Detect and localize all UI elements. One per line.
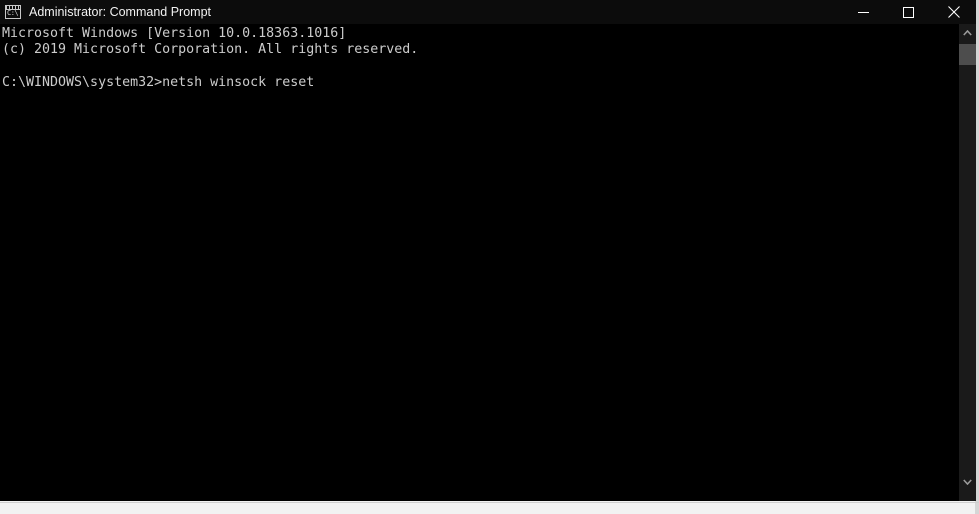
scrollbar-thumb[interactable]	[959, 44, 976, 65]
console-output-area[interactable]: Microsoft Windows [Version 10.0.18363.10…	[0, 24, 976, 501]
console-text: Microsoft Windows [Version 10.0.18363.10…	[2, 26, 419, 90]
console-scrollbar[interactable]	[959, 24, 976, 501]
command-prompt-window: C:\ Administrator: Command Prompt Micros…	[0, 0, 976, 501]
scroll-down-arrow-icon[interactable]	[959, 473, 976, 490]
title-bar[interactable]: C:\ Administrator: Command Prompt	[0, 0, 976, 24]
minimize-button[interactable]	[841, 0, 886, 24]
window-title: Administrator: Command Prompt	[29, 5, 212, 19]
background-bottom-text	[0, 503, 979, 514]
scroll-up-arrow-icon[interactable]	[959, 24, 976, 41]
console-icon-prompt-glyph: C:\	[7, 9, 19, 17]
maximize-button[interactable]	[886, 0, 931, 24]
console-icon: C:\	[5, 5, 21, 19]
close-button[interactable]	[931, 0, 976, 24]
